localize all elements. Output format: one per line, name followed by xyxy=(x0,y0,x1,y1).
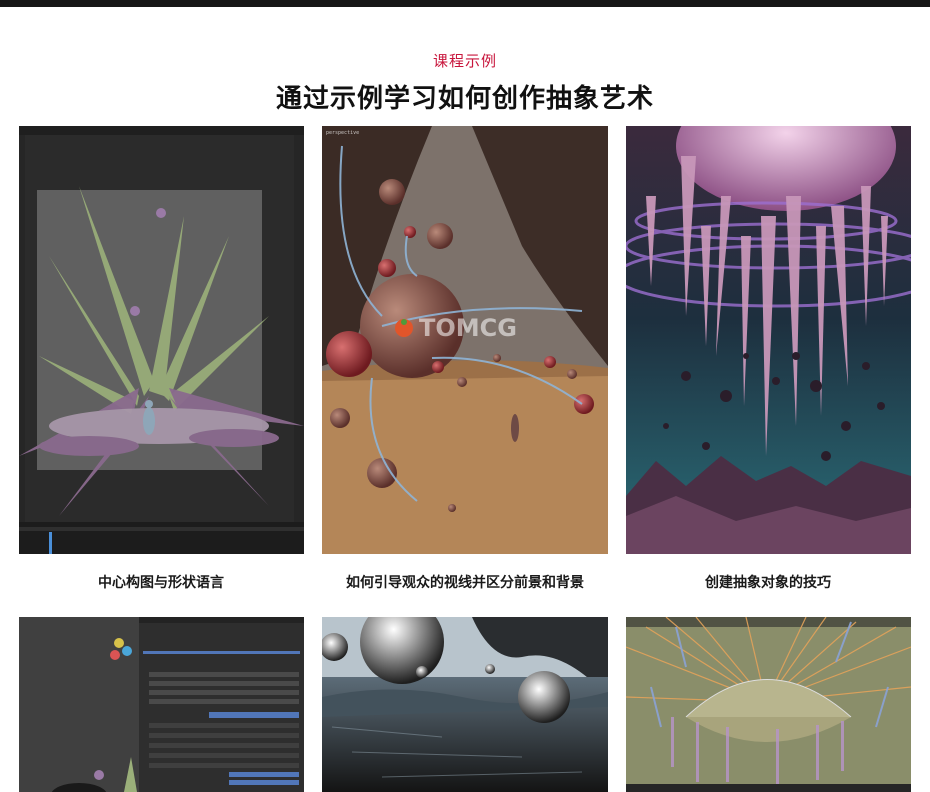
top-bar xyxy=(0,0,930,7)
example-image-crystal-render[interactable] xyxy=(626,126,911,554)
example-caption-3: 创建抽象对象的技巧 xyxy=(705,575,831,591)
svg-text:perspective: perspective xyxy=(326,130,359,136)
section-eyebrow: 课程示例 xyxy=(432,52,497,70)
example-image-blender-viewport[interactable] xyxy=(19,126,304,554)
example-image-composition-sketch[interactable]: TOMCG perspective xyxy=(322,126,608,554)
example-image-modifier-panel[interactable] xyxy=(19,617,304,792)
example-image-chrome-spheres[interactable] xyxy=(322,617,608,792)
watermark-text: TOMCG xyxy=(419,314,517,342)
example-image-geometry-dome[interactable] xyxy=(626,617,911,792)
example-caption-1: 中心构图与形状语言 xyxy=(98,575,224,591)
section-title: 通过示例学习如何创作抽象艺术 xyxy=(275,84,654,114)
example-caption-2: 如何引导观众的视线并区分前景和背景 xyxy=(346,575,584,591)
